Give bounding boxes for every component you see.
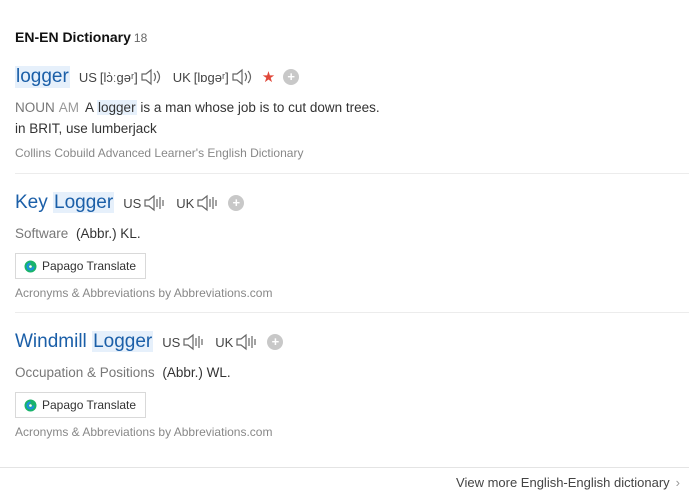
papago-label: Papago Translate bbox=[42, 398, 137, 412]
us-ipa: [lɔ̀ːgəʳ] bbox=[99, 69, 138, 85]
view-more-bar: View more English-English dictionary › bbox=[0, 467, 689, 498]
speaker-icon[interactable] bbox=[231, 67, 255, 87]
entry-word-link[interactable]: Windmill Logger bbox=[15, 331, 154, 353]
speaker-icon[interactable] bbox=[140, 67, 164, 87]
category: Software bbox=[15, 226, 69, 241]
papago-translate-button[interactable]: Papago Translate bbox=[15, 253, 147, 279]
uk-pronunciation: UK bbox=[176, 193, 220, 213]
category: Occupation & Positions bbox=[15, 365, 155, 380]
definition-text: (Abbr.) WL. bbox=[162, 365, 231, 380]
word-prefix: Windmill bbox=[15, 331, 93, 352]
chevron-right-icon: › bbox=[675, 475, 680, 490]
divider bbox=[15, 312, 689, 313]
part-of-speech: NOUN bbox=[15, 100, 55, 115]
uk-pronunciation: UK [lɒgəʳ] bbox=[173, 67, 255, 87]
entry-source: Acronyms & Abbreviations by Abbreviation… bbox=[15, 286, 273, 300]
section-title: EN-EN Dictionary 18 bbox=[15, 29, 147, 45]
star-icon[interactable]: ★ bbox=[262, 68, 275, 86]
entry-source: Acronyms & Abbreviations by Abbreviation… bbox=[15, 425, 273, 439]
plus-icon[interactable]: + bbox=[283, 69, 300, 85]
plus-icon[interactable]: + bbox=[267, 334, 284, 350]
us-pronunciation: US bbox=[162, 332, 206, 352]
word-highlight: Logger bbox=[92, 331, 154, 352]
definition-text-after: is a man whose job is to cut down trees. bbox=[136, 100, 380, 115]
definition-note: in BRIT, use lumberjack bbox=[15, 121, 157, 136]
papago-icon bbox=[24, 399, 37, 411]
us-label: US bbox=[162, 334, 181, 350]
speaker-icon[interactable] bbox=[182, 332, 206, 352]
speaker-icon[interactable] bbox=[143, 193, 167, 213]
view-more-link[interactable]: View more English-English dictionary › bbox=[456, 475, 680, 490]
definition-highlight: logger bbox=[97, 100, 137, 115]
definition: Occupation & Positions (Abbr.) WL. bbox=[15, 362, 689, 383]
entry-word-link[interactable]: logger bbox=[15, 66, 70, 88]
papago-translate-button[interactable]: Papago Translate bbox=[15, 392, 147, 418]
us-label: US bbox=[78, 69, 97, 85]
result-count: 18 bbox=[133, 31, 148, 45]
entry-word-link[interactable]: Key Logger bbox=[15, 192, 115, 214]
papago-label: Papago Translate bbox=[42, 259, 137, 273]
papago-icon bbox=[24, 260, 37, 272]
us-pronunciation: US [lɔ̀ːgəʳ] bbox=[79, 67, 164, 87]
definition: Software (Abbr.) KL. bbox=[15, 223, 689, 244]
us-pronunciation: US bbox=[123, 193, 167, 213]
uk-pronunciation: UK bbox=[215, 332, 259, 352]
definition: NOUN AM A logger is a man whose job is to… bbox=[15, 97, 689, 139]
definition-text-before: A bbox=[85, 100, 98, 115]
usage-region: AM bbox=[58, 100, 79, 115]
uk-ipa: [lɒgəʳ] bbox=[193, 69, 229, 85]
dictionary-entry: Windmill Logger US UK + Occupation & Pos… bbox=[15, 331, 689, 439]
plus-icon[interactable]: + bbox=[228, 195, 245, 211]
dictionary-entry: Key Logger US UK + Software (Abbr.) KL. … bbox=[15, 192, 689, 300]
uk-label: UK bbox=[176, 195, 195, 211]
speaker-icon[interactable] bbox=[196, 193, 220, 213]
uk-label: UK bbox=[215, 334, 234, 350]
section-title-text: EN-EN Dictionary bbox=[15, 29, 131, 45]
entry-source: Collins Cobuild Advanced Learner's Engli… bbox=[15, 146, 304, 160]
dictionary-entry: logger US [lɔ̀ːgəʳ] UK [lɒgəʳ] ★ + NOUN A… bbox=[15, 66, 689, 160]
speaker-icon[interactable] bbox=[235, 332, 259, 352]
word-prefix: Key bbox=[15, 192, 54, 213]
word-highlight: Logger bbox=[53, 192, 115, 213]
divider bbox=[15, 173, 689, 174]
definition-text: (Abbr.) KL. bbox=[76, 226, 141, 241]
us-label: US bbox=[123, 195, 142, 211]
view-more-label: View more English-English dictionary bbox=[456, 475, 670, 490]
uk-label: UK bbox=[172, 69, 191, 85]
